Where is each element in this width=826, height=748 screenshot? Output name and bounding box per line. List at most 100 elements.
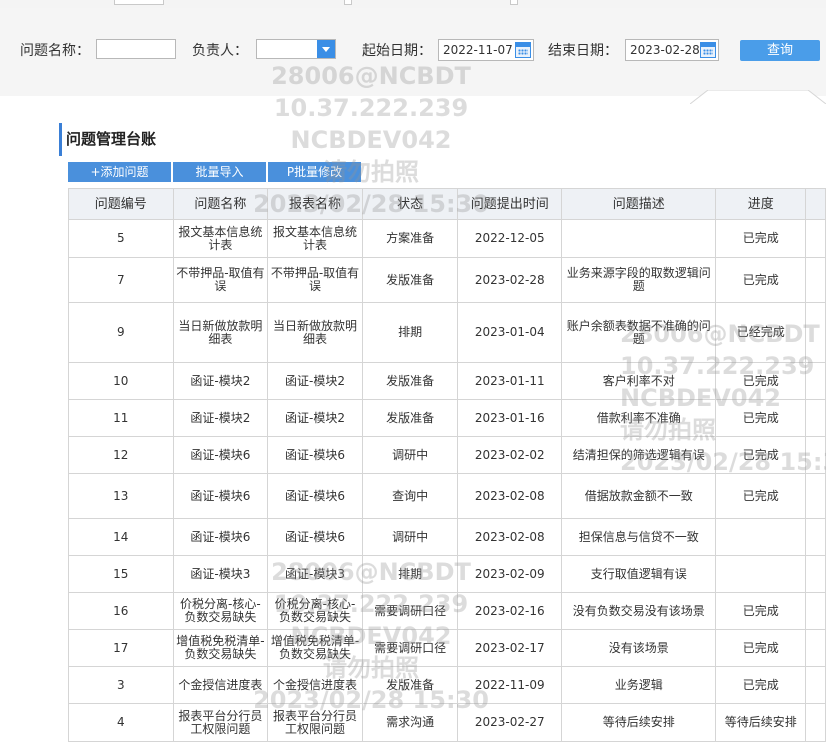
header-status[interactable]: 状态 [361,188,459,220]
start-date-label: 起始日期： [362,43,432,59]
cell-report-name: 当日新做放款明细表 [267,302,363,363]
cell-extra [805,399,826,437]
table-header-row: 问题编号 问题名称 报表名称 状态 问题提出时间 问题描述 进度 [68,188,826,220]
table-row[interactable]: 15 函证-模块3 函证-模块3 排期 2023-02-09 支行取值逻辑有误 [68,555,826,593]
cell-issue-id: 9 [68,302,174,363]
cell-description: 借款利率不准确 [561,399,717,437]
cell-submit-time: 2023-02-27 [457,703,563,742]
cell-issue-id: 12 [68,436,174,474]
issue-table: 问题编号 问题名称 报表名称 状态 问题提出时间 问题描述 进度 5 报文基本信… [68,188,826,742]
header-issue-name[interactable]: 问题名称 [172,188,269,220]
batch-import-button[interactable]: 批量导入 [173,162,266,182]
table-row[interactable]: 3 个金授信进度表 个金授信进度表 发版准备 2022-11-09 业务逻辑 已… [68,666,826,704]
cell-issue-id: 11 [68,399,174,437]
query-button[interactable]: 查询 [740,40,820,61]
cell-submit-time: 2023-02-16 [457,592,563,630]
table-row[interactable]: 16 价税分离-核心-负数交易缺失 价税分离-核心-负数交易缺失 需要调研口径 … [68,592,826,630]
cell-issue-name: 函证-模块2 [172,399,269,437]
header-report-name[interactable]: 报表名称 [267,188,363,220]
cell-description: 借据放款金额不一致 [561,473,717,519]
header-progress[interactable]: 进度 [715,188,807,220]
issue-name-label: 问题名称： [20,43,90,59]
calendar-icon[interactable] [515,42,531,58]
cell-status: 需要调研口径 [361,629,459,667]
cell-progress: 已经完成 [715,302,807,363]
cell-progress: 已完成 [715,666,807,704]
cell-issue-id: 13 [68,473,174,519]
cell-submit-time: 2023-01-16 [457,399,563,437]
cell-extra [805,592,826,630]
table-row[interactable]: 9 当日新做放款明细表 当日新做放款明细表 排期 2023-01-04 账户余额… [68,302,826,363]
start-date-value: 2022-11-07 [443,43,513,57]
cell-report-name: 函证-模块2 [267,362,363,400]
table-row[interactable]: 10 函证-模块2 函证-模块2 发版准备 2023-01-11 客户利率不对 … [68,362,826,400]
cell-report-name: 价税分离-核心-负数交易缺失 [267,592,363,630]
filter-bar: 问题名称： 负责人： 起始日期： 2022-11-07 结束日期： 2023-0… [0,8,826,104]
table-row[interactable]: 7 不带押品-取值有误 不带押品-取值有误 发版准备 2023-02-28 业务… [68,257,826,303]
cell-progress [715,555,807,593]
cell-submit-time: 2023-01-04 [457,302,563,363]
cell-submit-time: 2023-02-08 [457,473,563,519]
cell-issue-name: 函证-模块6 [172,473,269,519]
cell-issue-id: 4 [68,703,174,742]
header-extra [805,188,826,220]
cell-submit-time: 2022-11-09 [457,666,563,704]
cell-issue-id: 3 [68,666,174,704]
header-issue-id[interactable]: 问题编号 [68,188,174,220]
table-row[interactable]: 14 函证-模块6 函证-模块6 调研中 2023-02-08 担保信息与信贷不… [68,518,826,556]
cell-status: 排期 [361,302,459,363]
issue-name-input[interactable] [96,39,176,59]
add-issue-button[interactable]: +添加问题 [68,162,171,182]
cell-description: 业务逻辑 [561,666,717,704]
table-row[interactable]: 13 函证-模块6 函证-模块6 查询中 2023-02-08 借据放款金额不一… [68,473,826,519]
table-row[interactable]: 4 报表平台分行员工权限问题 报表平台分行员工权限问题 需求沟通 2023-02… [68,703,826,742]
cell-description: 支行取值逻辑有误 [561,555,717,593]
cell-status: 需求沟通 [361,703,459,742]
header-description[interactable]: 问题描述 [561,188,717,220]
cell-report-name: 函证-模块6 [267,436,363,474]
cell-status: 需要调研口径 [361,592,459,630]
cell-description: 账户余额表数据不准确的问题 [561,302,717,363]
cell-report-name: 函证-模块6 [267,518,363,556]
table-row[interactable]: 12 函证-模块6 函证-模块6 调研中 2023-02-02 结清担保的筛选逻… [68,436,826,474]
start-date-field[interactable]: 2022-11-07 [438,39,534,61]
end-date-field[interactable]: 2023-02-28 [625,39,719,61]
cell-description: 业务来源字段的取数逻辑问题 [561,257,717,303]
cell-progress: 已完成 [715,473,807,519]
cell-report-name: 增值税免税清单-负数交易缺失 [267,629,363,667]
table-row[interactable]: 5 报文基本信息统计表 报文基本信息统计表 方案准备 2022-12-05 已完… [68,219,826,258]
panel-tab-edge [690,90,826,104]
cell-extra [805,555,826,593]
chevron-down-icon[interactable] [317,40,335,58]
cell-extra [805,518,826,556]
batch-modify-button[interactable]: P批量修改 [268,162,361,182]
cell-submit-time: 2023-02-09 [457,555,563,593]
cell-issue-name: 不带押品-取值有误 [172,257,269,303]
cell-progress: 等待后续安排 [715,703,807,742]
calendar-icon[interactable] [700,42,716,58]
cell-issue-id: 5 [68,219,174,258]
cell-status: 发版准备 [361,257,459,303]
cell-description: 等待后续安排 [561,703,717,742]
end-date-value: 2023-02-28 [630,43,700,57]
cell-issue-name: 报文基本信息统计表 [172,219,269,258]
cell-description: 没有负数交易没有该场景 [561,592,717,630]
cell-extra [805,302,826,363]
owner-select[interactable] [256,39,336,59]
cell-extra [805,362,826,400]
cell-description: 客户利率不对 [561,362,717,400]
cell-extra [805,473,826,519]
cell-issue-name: 函证-模块6 [172,436,269,474]
end-date-label: 结束日期： [548,43,618,59]
cell-issue-name: 价税分离-核心-负数交易缺失 [172,592,269,630]
cell-status: 调研中 [361,518,459,556]
table-row[interactable]: 11 函证-模块2 函证-模块2 发版准备 2023-01-16 借款利率不准确… [68,399,826,437]
cell-submit-time: 2023-02-08 [457,518,563,556]
cell-status: 发版准备 [361,399,459,437]
cell-status: 查询中 [361,473,459,519]
cell-report-name: 报文基本信息统计表 [267,219,363,258]
cell-status: 发版准备 [361,666,459,704]
cell-issue-name: 函证-模块3 [172,555,269,593]
header-submit-time[interactable]: 问题提出时间 [457,188,563,220]
table-row[interactable]: 17 增值税免税清单-负数交易缺失 增值税免税清单-负数交易缺失 需要调研口径 … [68,629,826,667]
